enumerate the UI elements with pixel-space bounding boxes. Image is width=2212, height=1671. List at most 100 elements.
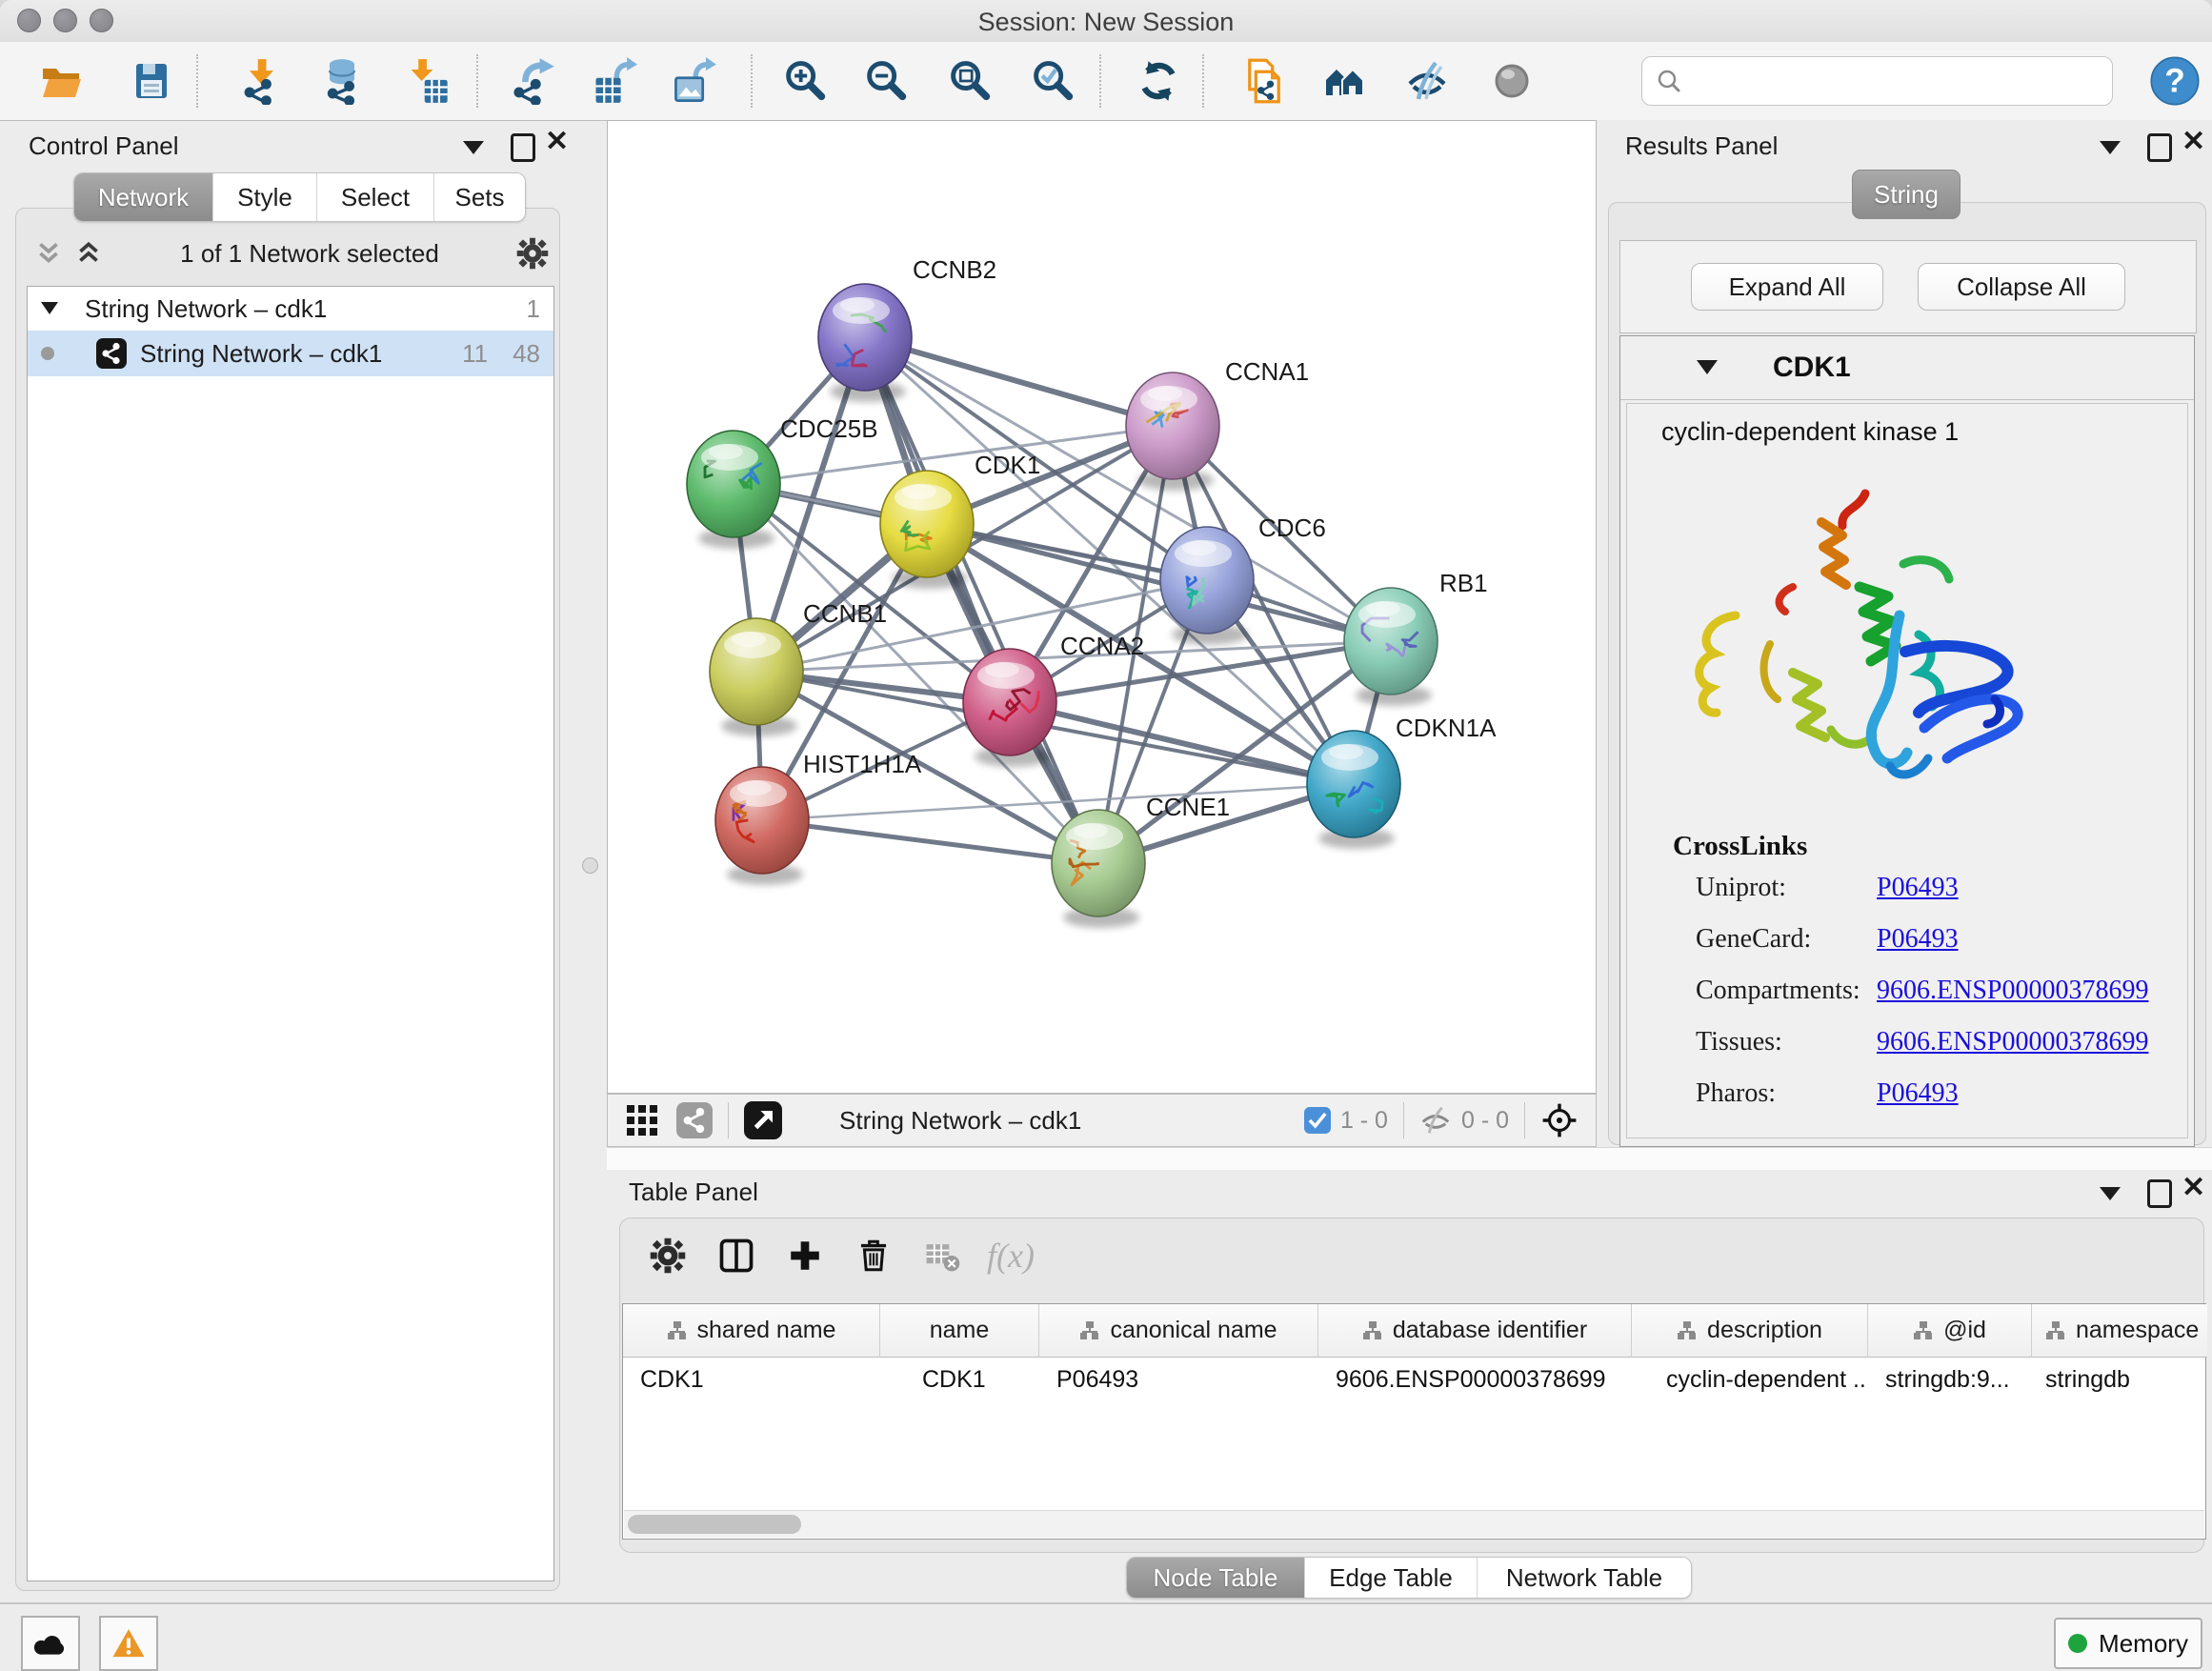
tab-sets[interactable]: Sets <box>433 173 525 221</box>
network-edge-HIST1H1A-CCNE1[interactable] <box>762 820 1098 863</box>
network-node-RB1[interactable] <box>1344 588 1438 706</box>
import-network-from-database-button[interactable] <box>312 51 372 111</box>
table-cell[interactable]: CDK1 <box>880 1358 1039 1401</box>
export-table-button[interactable] <box>584 51 643 111</box>
selected-checkbox-icon[interactable] <box>1304 1107 1331 1134</box>
network-share-badge-icon[interactable] <box>676 1102 713 1138</box>
network-node-CCNB1[interactable] <box>710 618 803 736</box>
network-node-CCNE1[interactable] <box>1052 810 1145 928</box>
left-splitter-handle[interactable] <box>582 857 598 874</box>
search-input[interactable] <box>1692 66 2099 97</box>
zoom-selected-button[interactable] <box>1023 51 1082 111</box>
results-panel-close-button[interactable]: ✕ <box>2182 131 2205 155</box>
delete-column-trash-icon[interactable] <box>845 1229 902 1282</box>
add-column-plus-icon[interactable] <box>776 1229 834 1282</box>
genecard-link[interactable]: P06493 <box>1877 924 1959 955</box>
export-network-button[interactable] <box>503 51 562 111</box>
column-header-description[interactable]: description <box>1632 1304 1868 1358</box>
refresh-view-button[interactable] <box>1129 51 1188 111</box>
collapse-triangle-icon[interactable] <box>1697 360 1718 375</box>
table-cell[interactable]: 9606.ENSP00000378699 <box>1318 1358 1632 1401</box>
network-row-selected[interactable]: String Network – cdk1 11 48 <box>28 331 553 376</box>
import-table-from-file-button[interactable] <box>398 51 457 111</box>
hidden-eye-icon[interactable] <box>1419 1106 1452 1135</box>
tab-network[interactable]: Network <box>74 173 212 221</box>
birdseye-view-icon[interactable] <box>744 1101 782 1139</box>
tab-string[interactable]: String <box>1852 170 1961 219</box>
open-session-button[interactable] <box>31 51 90 111</box>
network-edge-CCNB2-CCNA1[interactable] <box>865 337 1173 426</box>
table-cell[interactable]: stringdb <box>2032 1358 2207 1401</box>
network-type-share-icon <box>96 338 127 369</box>
show-all-views-button[interactable] <box>1316 51 1375 111</box>
column-header-database-identifier[interactable]: database identifier <box>1318 1304 1632 1358</box>
control-panel-maximize-button[interactable] <box>511 133 535 162</box>
hide-selected-button[interactable] <box>1398 51 1457 111</box>
grid-view-icon[interactable] <box>625 1103 659 1137</box>
clone-network-button[interactable] <box>1235 51 1294 111</box>
network-node-CDC25B[interactable] <box>687 431 780 549</box>
show-columns-icon[interactable] <box>708 1229 765 1282</box>
network-canvas[interactable]: CCNB2CCNA1CDC25BCDK1CDC6RB1CCNB1CCNA2CDK… <box>607 120 1597 1094</box>
table-cell[interactable]: stringdb:9... <box>1868 1358 2032 1401</box>
save-session-button[interactable] <box>122 51 181 111</box>
horizontal-splitter[interactable] <box>607 1147 2212 1171</box>
protein-card-header[interactable]: CDK1 <box>1620 336 2194 400</box>
memory-button[interactable]: Memory <box>2054 1618 2202 1669</box>
uniprot-link[interactable]: P06493 <box>1877 873 1959 903</box>
column-header-shared-name[interactable]: shared name <box>623 1304 880 1358</box>
tissues-link[interactable]: 9606.ENSP00000378699 <box>1877 1027 2148 1057</box>
table-horizontal-scrollbar[interactable] <box>624 1510 2204 1538</box>
collapse-all-button[interactable]: Collapse All <box>1918 263 2125 311</box>
table-panel-float-button[interactable] <box>2100 1187 2121 1200</box>
cloud-status-button[interactable] <box>21 1616 80 1671</box>
network-options-gear-icon[interactable] <box>516 237 549 270</box>
export-image-button[interactable] <box>665 51 724 111</box>
crosshair-icon[interactable] <box>1540 1101 1579 1139</box>
expand-all-chevron-icon[interactable] <box>74 239 103 268</box>
control-panel-close-button[interactable]: ✕ <box>545 131 569 155</box>
tree-expand-icon[interactable] <box>41 302 58 315</box>
table-settings-gear-icon[interactable] <box>639 1229 696 1282</box>
tab-select[interactable]: Select <box>316 173 433 221</box>
collapse-all-chevron-icon[interactable] <box>34 239 63 268</box>
tab-network-table[interactable]: Network Table <box>1477 1558 1691 1598</box>
column-header-name[interactable]: name <box>880 1304 1039 1358</box>
column-header-canonical-name[interactable]: canonical name <box>1039 1304 1318 1358</box>
control-panel-float-button[interactable] <box>463 141 484 154</box>
table-panel-maximize-button[interactable] <box>2147 1179 2172 1208</box>
show-eye-button[interactable] <box>1482 51 1541 111</box>
hierarchy-icon <box>1362 1320 1383 1341</box>
delete-table-icon-disabled <box>914 1229 971 1282</box>
help-button[interactable]: ? <box>2145 51 2204 111</box>
network-edge-CCNB2-CCNE1[interactable] <box>865 337 1098 863</box>
network-node-CCNB2[interactable] <box>818 284 912 402</box>
results-panel-float-button[interactable] <box>2100 141 2121 154</box>
network-node-count: 11 <box>462 339 488 369</box>
pharos-link[interactable]: P06493 <box>1877 1078 1959 1109</box>
table-panel-close-button[interactable]: ✕ <box>2182 1177 2205 1201</box>
network-collection-row[interactable]: String Network – cdk1 1 <box>28 287 553 331</box>
column-header-namespace[interactable]: namespace <box>2032 1304 2207 1358</box>
network-node-HIST1H1A[interactable] <box>715 767 809 885</box>
tab-node-table[interactable]: Node Table <box>1127 1558 1304 1598</box>
table-cell[interactable]: cyclin-dependent ... <box>1632 1358 1868 1401</box>
table-cell[interactable]: P06493 <box>1039 1358 1318 1401</box>
scrollbar-thumb[interactable] <box>628 1515 801 1534</box>
expand-all-button[interactable]: Expand All <box>1691 263 1883 311</box>
compartments-link[interactable]: 9606.ENSP00000378699 <box>1877 976 2148 1006</box>
zoom-fit-button[interactable] <box>940 51 999 111</box>
network-node-CCNA1[interactable] <box>1126 372 1219 491</box>
crosslinks-list: Uniprot:P06493 GeneCard:P06493 Compartme… <box>1696 873 2168 1130</box>
zoom-in-button[interactable] <box>775 51 835 111</box>
warnings-status-button[interactable] <box>99 1616 158 1671</box>
import-network-from-file-button[interactable] <box>231 51 291 111</box>
results-panel-maximize-button[interactable] <box>2147 133 2172 162</box>
network-node-CDKN1A[interactable] <box>1307 731 1400 849</box>
tab-edge-table[interactable]: Edge Table <box>1304 1558 1477 1598</box>
zoom-out-button[interactable] <box>856 51 915 111</box>
tab-style[interactable]: Style <box>212 173 316 221</box>
toolbar-separator <box>196 54 198 108</box>
table-cell[interactable]: CDK1 <box>623 1358 880 1401</box>
column-header-id[interactable]: @id <box>1868 1304 2032 1358</box>
